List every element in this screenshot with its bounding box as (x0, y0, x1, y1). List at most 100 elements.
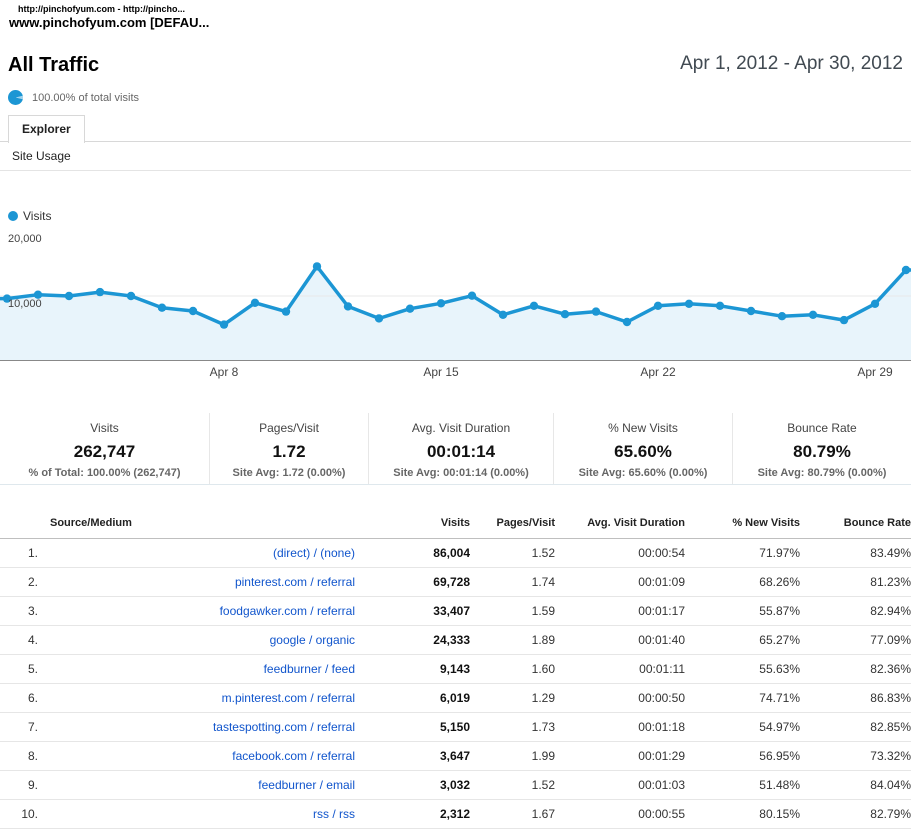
source-link[interactable]: tastespotting.com / referral (213, 720, 355, 734)
scorecard-label: Visits (0, 421, 209, 435)
scorecard-strip: Visits262,747% of Total: 100.00% (262,74… (0, 413, 911, 485)
y-axis-label: 20,000 (8, 233, 42, 245)
data-point[interactable] (65, 292, 73, 300)
column-header-visits[interactable]: Visits (355, 508, 470, 539)
scorecard-value: 80.79% (733, 442, 911, 462)
data-point[interactable] (313, 262, 321, 270)
data-point[interactable] (654, 302, 662, 310)
data-point[interactable] (871, 300, 879, 308)
source-link[interactable]: m.pinterest.com / referral (222, 691, 355, 705)
cell-pages-per-visit: 1.73 (470, 713, 555, 742)
cell-pages-per-visit: 1.52 (470, 539, 555, 568)
data-point[interactable] (220, 320, 228, 328)
data-point[interactable] (251, 299, 259, 307)
data-point[interactable] (840, 316, 848, 324)
column-header-pages-visit[interactable]: Pages/Visit (470, 508, 555, 539)
scorecard-label: Pages/Visit (210, 421, 368, 435)
cell-bounce-rate: 82.36% (800, 655, 911, 684)
data-point[interactable] (561, 310, 569, 318)
pie-chart-icon (8, 90, 23, 105)
date-range-selector[interactable]: Apr 1, 2012 - Apr 30, 2012 (680, 53, 903, 75)
cell-source: foodgawker.com / referral (38, 597, 355, 626)
data-point[interactable] (282, 307, 290, 315)
data-point[interactable] (592, 307, 600, 315)
data-point[interactable] (158, 304, 166, 312)
cell-source: tastespotting.com / referral (38, 713, 355, 742)
data-point[interactable] (127, 292, 135, 300)
row-rank: 9. (0, 771, 38, 800)
cell-pages-per-visit: 1.74 (470, 568, 555, 597)
table-row: 2.pinterest.com / referral69,7281.7400:0… (0, 568, 911, 597)
data-point[interactable] (96, 288, 104, 296)
visits-line-chart (0, 235, 911, 366)
cell-new-visits: 68.26% (685, 568, 800, 597)
data-point[interactable] (623, 318, 631, 326)
cell-source: feedburner / feed (38, 655, 355, 684)
cell-pages-per-visit: 1.67 (470, 800, 555, 829)
data-point[interactable] (468, 292, 476, 300)
cell-bounce-rate: 77.09% (800, 626, 911, 655)
row-rank: 7. (0, 713, 38, 742)
cell-visits: 3,032 (355, 771, 470, 800)
scorecard-subtext: Site Avg: 65.60% (0.00%) (554, 467, 732, 479)
traffic-share-label: 100.00% of total visits (32, 92, 139, 104)
data-point[interactable] (747, 307, 755, 315)
cell-new-visits: 71.97% (685, 539, 800, 568)
table-row: 1.(direct) / (none)86,0041.5200:00:5471.… (0, 539, 911, 568)
data-point[interactable] (375, 314, 383, 322)
data-point[interactable] (344, 302, 352, 310)
cell-avg-visit-duration: 00:01:29 (555, 742, 685, 771)
subtab-site-usage[interactable]: Site Usage (12, 142, 71, 171)
column-header-avg-visit-duration[interactable]: Avg. Visit Duration (555, 508, 685, 539)
source-link[interactable]: feedburner / email (258, 778, 355, 792)
data-point[interactable] (685, 300, 693, 308)
traffic-table: Source/MediumVisitsPages/VisitAvg. Visit… (0, 508, 911, 829)
cell-visits: 33,407 (355, 597, 470, 626)
data-point[interactable] (499, 311, 507, 319)
cell-new-visits: 51.48% (685, 771, 800, 800)
data-point[interactable] (809, 311, 817, 319)
tab-explorer[interactable]: Explorer (8, 115, 85, 143)
cell-avg-visit-duration: 00:01:40 (555, 626, 685, 655)
row-rank: 4. (0, 626, 38, 655)
scorecard-subtext: % of Total: 100.00% (262,747) (0, 467, 209, 479)
cell-avg-visit-duration: 00:01:17 (555, 597, 685, 626)
column-header-rank (0, 508, 38, 539)
data-point[interactable] (902, 266, 910, 274)
cell-visits: 6,019 (355, 684, 470, 713)
cell-new-visits: 80.15% (685, 800, 800, 829)
cell-new-visits: 55.87% (685, 597, 800, 626)
source-link[interactable]: google / organic (270, 633, 355, 647)
column-header--new-visits[interactable]: % New Visits (685, 508, 800, 539)
scorecard--new-visits: % New Visits65.60%Site Avg: 65.60% (0.00… (553, 413, 732, 484)
data-point[interactable] (189, 307, 197, 315)
source-link[interactable]: pinterest.com / referral (235, 575, 355, 589)
source-link[interactable]: rss / rss (313, 807, 355, 821)
source-link[interactable]: foodgawker.com / referral (220, 604, 355, 618)
table-row: 8.facebook.com / referral3,6471.9900:01:… (0, 742, 911, 771)
source-link[interactable]: (direct) / (none) (273, 546, 355, 560)
cell-source: rss / rss (38, 800, 355, 829)
data-point[interactable] (716, 302, 724, 310)
tab-bar: Explorer (0, 113, 911, 142)
scorecard-avg-visit-duration: Avg. Visit Duration00:01:14Site Avg: 00:… (368, 413, 553, 484)
data-point[interactable] (437, 299, 445, 307)
scorecard-subtext: Site Avg: 80.79% (0.00%) (733, 467, 911, 479)
data-point[interactable] (778, 312, 786, 320)
cell-new-visits: 54.97% (685, 713, 800, 742)
data-point[interactable] (530, 302, 538, 310)
window-title-line-1: http://pinchofyum.com - http://pincho... (18, 4, 185, 14)
cell-pages-per-visit: 1.59 (470, 597, 555, 626)
legend-dot-icon (8, 211, 18, 221)
column-header-source-medium[interactable]: Source/Medium (38, 508, 355, 539)
cell-bounce-rate: 81.23% (800, 568, 911, 597)
subtab-row: Site Usage (0, 142, 911, 171)
source-link[interactable]: feedburner / feed (264, 662, 355, 676)
row-rank: 1. (0, 539, 38, 568)
data-point[interactable] (406, 305, 414, 313)
cell-bounce-rate: 86.83% (800, 684, 911, 713)
column-header-bounce-rate[interactable]: Bounce Rate (800, 508, 911, 539)
scorecard-visits: Visits262,747% of Total: 100.00% (262,74… (0, 413, 209, 484)
cell-source: google / organic (38, 626, 355, 655)
source-link[interactable]: facebook.com / referral (232, 749, 355, 763)
